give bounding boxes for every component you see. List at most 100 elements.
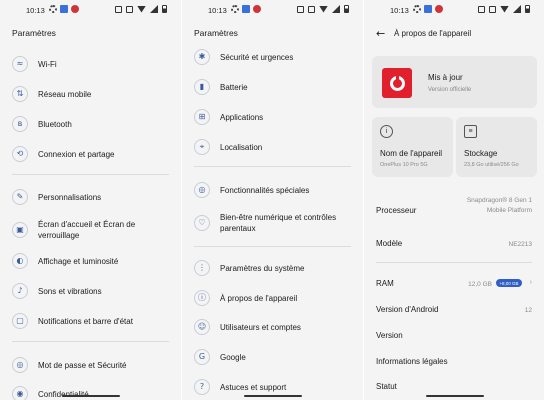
signal-icon [332,5,340,13]
update-card[interactable]: Mis à jour Version officielle [372,56,537,108]
update-title: Mis à jour [428,73,463,82]
vibrate-icon [126,5,133,13]
settings-item-personalization[interactable]: ✎ Personnalisations [12,185,177,209]
nfc-icon [115,5,122,13]
settings-panel-1: 10:13 Paramètres ≈ Wi-Fi ⇅ Réseau mobile… [0,0,181,400]
status-time: 10:13 [208,6,227,15]
device-name-value: OnePlus 10 Pro 5G [380,162,428,168]
about-device-panel: 10:13 ← À propos de l'appareil Mis à jou… [364,0,544,400]
notification-app-icon [242,5,250,13]
sound-icon: ♪ [12,283,28,299]
gear-icon [49,5,57,13]
users-accounts-icon: ☺ [194,319,210,335]
battery-icon: ▮ [194,79,210,95]
settings-item-label: Bien-être numérique et contrôles parenta… [220,213,337,233]
settings-item-label: Réseau mobile [38,89,92,99]
divider [194,246,351,247]
settings-item-password-security[interactable]: ◎ Mot de passe et Sécurité [12,353,177,377]
settings-item-emergency[interactable]: ✱ Sécurité et urgences [194,45,359,69]
back-arrow-icon[interactable]: ← [376,27,385,40]
gear-icon [231,5,239,13]
wifi-icon [319,5,328,13]
model-value: NE2213 [508,241,533,248]
battery-icon [162,5,167,13]
settings-item-label: Connexion et partage [38,149,115,159]
password-security-icon: ◎ [12,357,28,373]
palette-icon: ✎ [12,189,28,205]
emergency-icon: ✱ [194,49,210,65]
alert-app-icon [71,5,79,13]
settings-item-label: Confidentialité [38,389,89,399]
storage-icon: ≡ [464,125,477,138]
settings-item-label: Utilisateurs et comptes [220,322,301,332]
battery-icon [344,5,349,13]
divider [12,174,169,175]
settings-item-label: À propos de l'appareil [220,293,298,303]
settings-item-home-lock-screen[interactable]: ▣ Écran d'accueil et Écran de verrouilla… [12,215,177,245]
settings-item-wifi[interactable]: ≈ Wi-Fi [12,52,177,76]
vibrate-icon [308,5,315,13]
ram-value: 12,0 GB [468,281,492,288]
storage-card[interactable]: ≡ Stockage 23,8 Go utilisé/256 Go [456,117,537,177]
tips-support-icon: ? [194,379,210,395]
oneplus-logo-icon [382,68,412,98]
settings-item-label: Notifications et barre d'état [38,316,133,326]
settings-item-label: Applications [220,112,264,122]
wifi-icon [137,5,146,13]
settings-item-label: Sons et vibrations [38,286,102,296]
settings-item-special-features[interactable]: ◎ Fonctionnalités spéciales [194,178,359,202]
settings-item-label: Google [220,352,246,362]
wellbeing-icon: ♡ [194,215,210,231]
settings-item-system[interactable]: ⋮ Paramètres du système [194,256,359,280]
status-bar: 10:13 [0,0,181,20]
settings-item-about-device[interactable]: ⓘ À propos de l'appareil [194,286,359,310]
divider [12,341,169,342]
android-version-label: Version d'Android [376,305,439,314]
nfc-icon [478,5,485,13]
nfc-icon [297,5,304,13]
privacy-icon: ◉ [12,386,28,400]
storage-title: Stockage [464,149,498,158]
gesture-handle[interactable] [62,395,120,397]
status-time: 10:13 [390,6,409,15]
settings-item-wellbeing[interactable]: ♡ Bien-être numérique et contrôles paren… [194,208,359,238]
connection-share-icon: ⟲ [12,146,28,162]
device-name-card[interactable]: i Nom de l'appareil OnePlus 10 Pro 5G [372,117,453,177]
settings-item-connection-share[interactable]: ⟲ Connexion et partage [12,142,177,166]
google-icon: G [194,349,210,365]
location-icon: ⌖ [194,139,210,155]
settings-item-sound[interactable]: ♪ Sons et vibrations [12,279,177,303]
settings-item-users-accounts[interactable]: ☺ Utilisateurs et comptes [194,315,359,339]
settings-item-label: Localisation [220,142,263,152]
processor-value: Snapdragon® 8 Gen 1 Mobile Platform [466,197,532,214]
settings-item-privacy[interactable]: ◉ Confidentialité [12,382,177,400]
status-bar: 10:13 [182,0,363,20]
settings-item-label: Mot de passe et Sécurité [38,360,127,370]
settings-item-label: Affichage et luminosité [38,256,119,266]
gesture-handle[interactable] [244,395,302,397]
settings-item-bluetooth[interactable]: ʙ Bluetooth [12,112,177,136]
ram-label: RAM [376,279,394,288]
version-row[interactable]: Version [376,331,532,340]
settings-item-apps[interactable]: ⊞ Applications [194,105,359,129]
gesture-handle[interactable] [426,395,484,397]
device-name-title: Nom de l'appareil [380,149,443,158]
settings-item-google[interactable]: G Google [194,345,359,369]
settings-item-mobile-network[interactable]: ⇅ Réseau mobile [12,82,177,106]
settings-panel-2: 10:13 Paramètres ✱ Sécurité et urgences … [182,0,363,400]
system-settings-icon: ⋮ [194,260,210,276]
legal-info-row[interactable]: Informations légales [376,357,532,366]
settings-item-battery[interactable]: ▮ Batterie [194,75,359,99]
settings-item-display[interactable]: ◐ Affichage et luminosité [12,249,177,273]
signal-icon [150,5,158,13]
settings-item-label: Personnalisations [38,192,102,202]
page-title: Paramètres [12,28,56,38]
status-bar: 10:13 [364,0,544,20]
status-row[interactable]: Statut [376,382,532,391]
signal-icon [513,5,521,13]
settings-item-notifications[interactable]: ▢ Notifications et barre d'état [12,309,177,333]
settings-item-location[interactable]: ⌖ Localisation [194,135,359,159]
special-features-icon: ◎ [194,182,210,198]
apps-icon: ⊞ [194,109,210,125]
settings-item-label: Sécurité et urgences [220,52,294,62]
